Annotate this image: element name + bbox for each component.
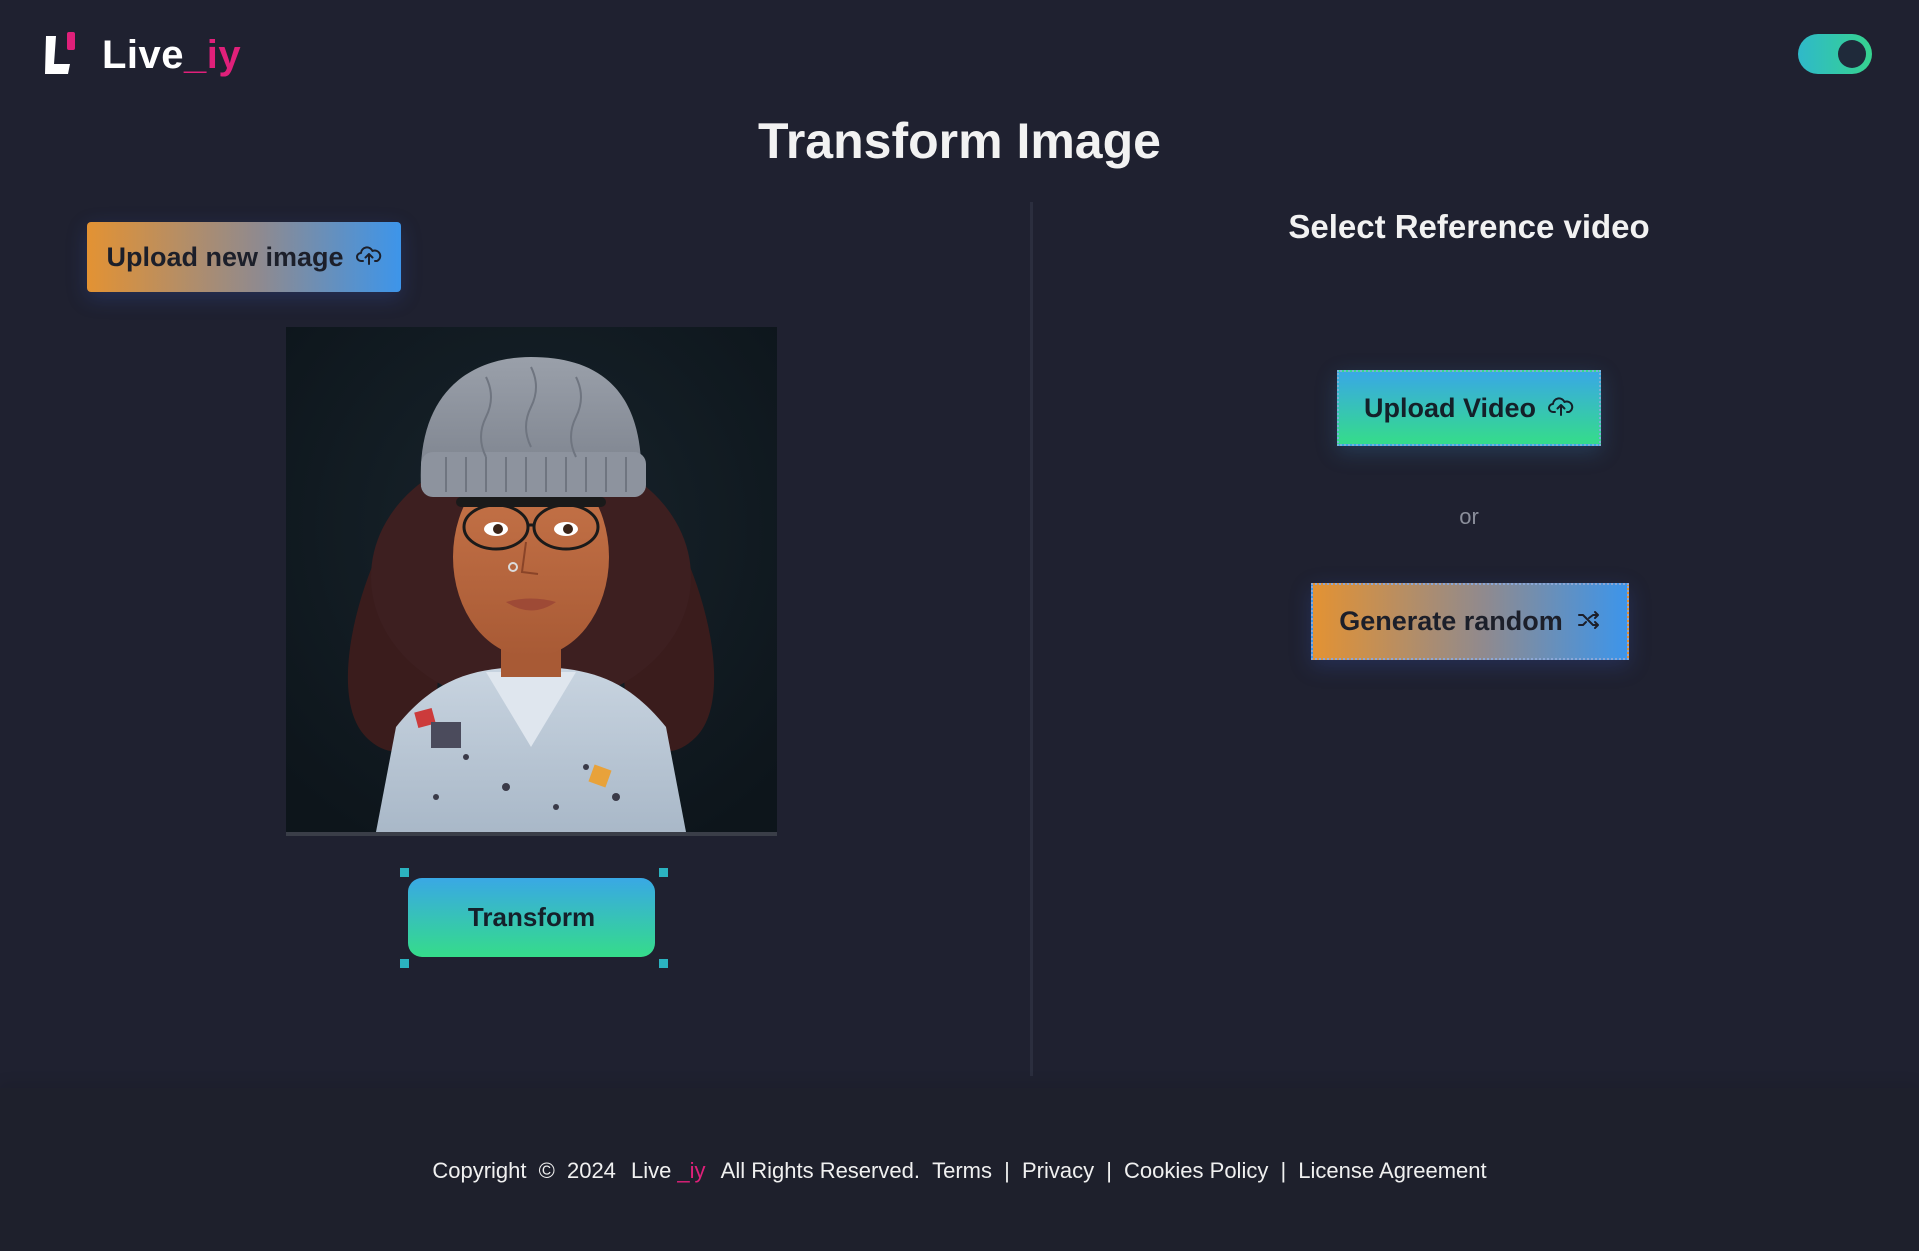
footer: Copyright © 2024 Live _iy All Rights Rese… bbox=[0, 1088, 1919, 1251]
copyright-symbol: © bbox=[538, 1158, 555, 1183]
footer-link-license-agreement[interactable]: License Agreement bbox=[1298, 1158, 1486, 1183]
brand-accent: _iy bbox=[184, 32, 242, 77]
upload-new-image-button[interactable]: Upload new image bbox=[87, 222, 401, 292]
selection-handle[interactable] bbox=[400, 868, 409, 877]
transform-button[interactable]: Transform bbox=[408, 878, 655, 957]
uploaded-image-preview bbox=[286, 327, 777, 836]
generate-random-button[interactable]: Generate random bbox=[1311, 583, 1629, 660]
brand-name: Live_iy bbox=[102, 33, 241, 78]
rights-text: All Rights Reserved. bbox=[720, 1158, 920, 1183]
generate-random-label: Generate random bbox=[1339, 606, 1563, 636]
logo[interactable]: Live_iy bbox=[42, 30, 241, 80]
panel-divider bbox=[1030, 202, 1033, 1076]
footer-link-privacy[interactable]: Privacy bbox=[1022, 1158, 1094, 1183]
footer-link-terms[interactable]: Terms bbox=[932, 1158, 992, 1183]
cloud-upload-icon bbox=[1548, 393, 1574, 424]
cloud-upload-icon bbox=[355, 242, 382, 273]
selection-handle[interactable] bbox=[400, 959, 409, 968]
page-title: Transform Image bbox=[758, 113, 1161, 169]
header: Live_iy bbox=[0, 0, 1919, 110]
footer-link-cookies-policy[interactable]: Cookies Policy bbox=[1124, 1158, 1268, 1183]
selection-handle[interactable] bbox=[659, 868, 668, 877]
or-separator: or bbox=[1459, 504, 1479, 529]
transform-button-selection: Transform bbox=[400, 868, 668, 968]
upload-video-label: Upload Video bbox=[1363, 392, 1537, 423]
logo-mark-icon bbox=[42, 30, 82, 80]
copyright-text: Copyright bbox=[432, 1158, 527, 1183]
upload-video-button[interactable]: Upload Video bbox=[1337, 370, 1601, 446]
footer-brand: Live _iy bbox=[628, 1158, 708, 1183]
footer-copyright-line: Copyright © 2024 Live _iy All Rights Rese… bbox=[0, 1158, 1919, 1184]
footer-separator: | bbox=[1280, 1158, 1287, 1183]
footer-separator: | bbox=[1004, 1158, 1010, 1183]
upload-new-image-label: Upload new image bbox=[106, 241, 344, 272]
footer-separator: | bbox=[1106, 1158, 1112, 1183]
shuffle-icon bbox=[1577, 606, 1601, 637]
toggle-knob bbox=[1838, 40, 1866, 68]
reference-video-title: Select Reference video bbox=[1288, 208, 1650, 245]
selection-handle[interactable] bbox=[659, 959, 668, 968]
brand-main: Live bbox=[102, 32, 185, 77]
copyright-year: 2024 bbox=[566, 1158, 616, 1183]
avatar-image bbox=[286, 327, 777, 832]
theme-toggle[interactable] bbox=[1798, 34, 1872, 74]
footer-brand-main: Live bbox=[631, 1158, 672, 1183]
footer-brand-accent: _iy bbox=[677, 1158, 706, 1183]
